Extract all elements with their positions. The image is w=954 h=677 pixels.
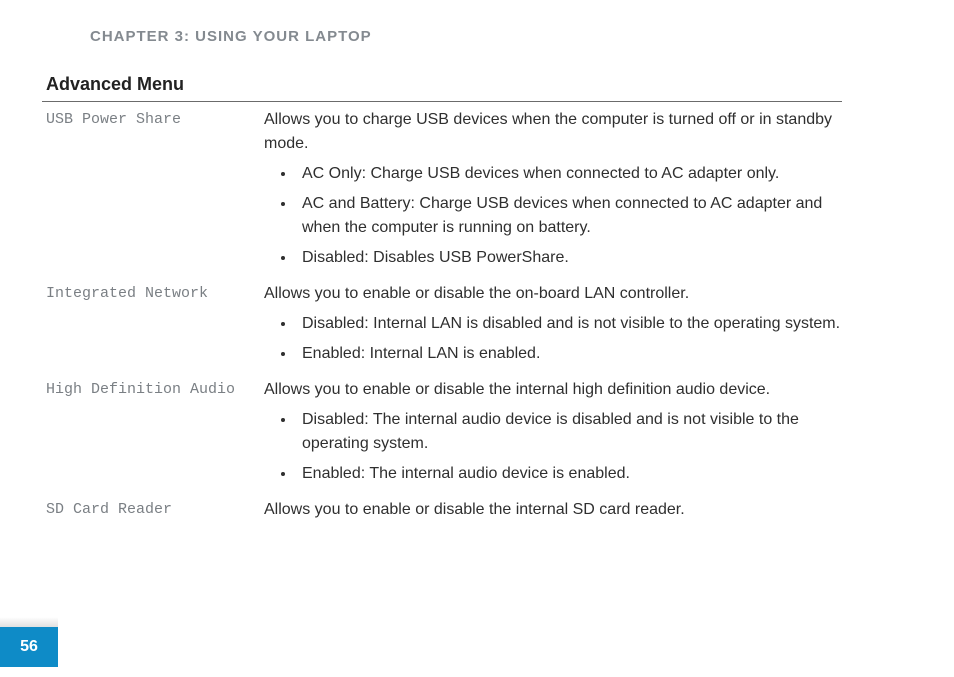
setting-bullet-list: Disabled: Internal LAN is disabled and i…	[264, 312, 842, 366]
setting-bullet-list: AC Only: Charge USB devices when connect…	[264, 162, 842, 270]
setting-description: Allows you to enable or disable the on-b…	[264, 282, 842, 372]
setting-row: High Definition Audio Allows you to enab…	[42, 378, 842, 492]
setting-name: USB Power Share	[42, 108, 264, 132]
setting-name: High Definition Audio	[42, 378, 264, 402]
setting-row: Integrated Network Allows you to enable …	[42, 282, 842, 372]
setting-description: Allows you to charge USB devices when th…	[264, 108, 842, 276]
setting-bullet: Enabled: Internal LAN is enabled.	[296, 342, 842, 366]
section-title: Advanced Menu	[46, 74, 842, 95]
setting-bullet: AC Only: Charge USB devices when connect…	[296, 162, 842, 186]
setting-bullet: Enabled: The internal audio device is en…	[296, 462, 842, 486]
page-number-tab: 56	[0, 627, 58, 667]
setting-row: SD Card Reader Allows you to enable or d…	[42, 498, 842, 528]
setting-bullet: Disabled: Disables USB PowerShare.	[296, 246, 842, 270]
setting-intro: Allows you to charge USB devices when th…	[264, 108, 842, 156]
setting-intro: Allows you to enable or disable the on-b…	[264, 282, 842, 306]
page-tab-shadow	[0, 617, 58, 627]
chapter-header: CHAPTER 3: USING YOUR LAPTOP	[90, 28, 372, 45]
setting-bullet: Disabled: Internal LAN is disabled and i…	[296, 312, 842, 336]
setting-name: SD Card Reader	[42, 498, 264, 522]
setting-intro: Allows you to enable or disable the inte…	[264, 498, 842, 522]
setting-bullet: AC and Battery: Charge USB devices when …	[296, 192, 842, 240]
setting-row: USB Power Share Allows you to charge USB…	[42, 108, 842, 276]
content-body: Advanced Menu USB Power Share Allows you…	[42, 74, 842, 532]
section-divider	[42, 101, 842, 102]
setting-bullet-list: Disabled: The internal audio device is d…	[264, 408, 842, 486]
setting-description: Allows you to enable or disable the inte…	[264, 378, 842, 492]
setting-description: Allows you to enable or disable the inte…	[264, 498, 842, 528]
setting-intro: Allows you to enable or disable the inte…	[264, 378, 842, 402]
setting-bullet: Disabled: The internal audio device is d…	[296, 408, 842, 456]
setting-name: Integrated Network	[42, 282, 264, 306]
document-page: CHAPTER 3: USING YOUR LAPTOP Advanced Me…	[0, 0, 954, 677]
page-number: 56	[20, 638, 38, 656]
